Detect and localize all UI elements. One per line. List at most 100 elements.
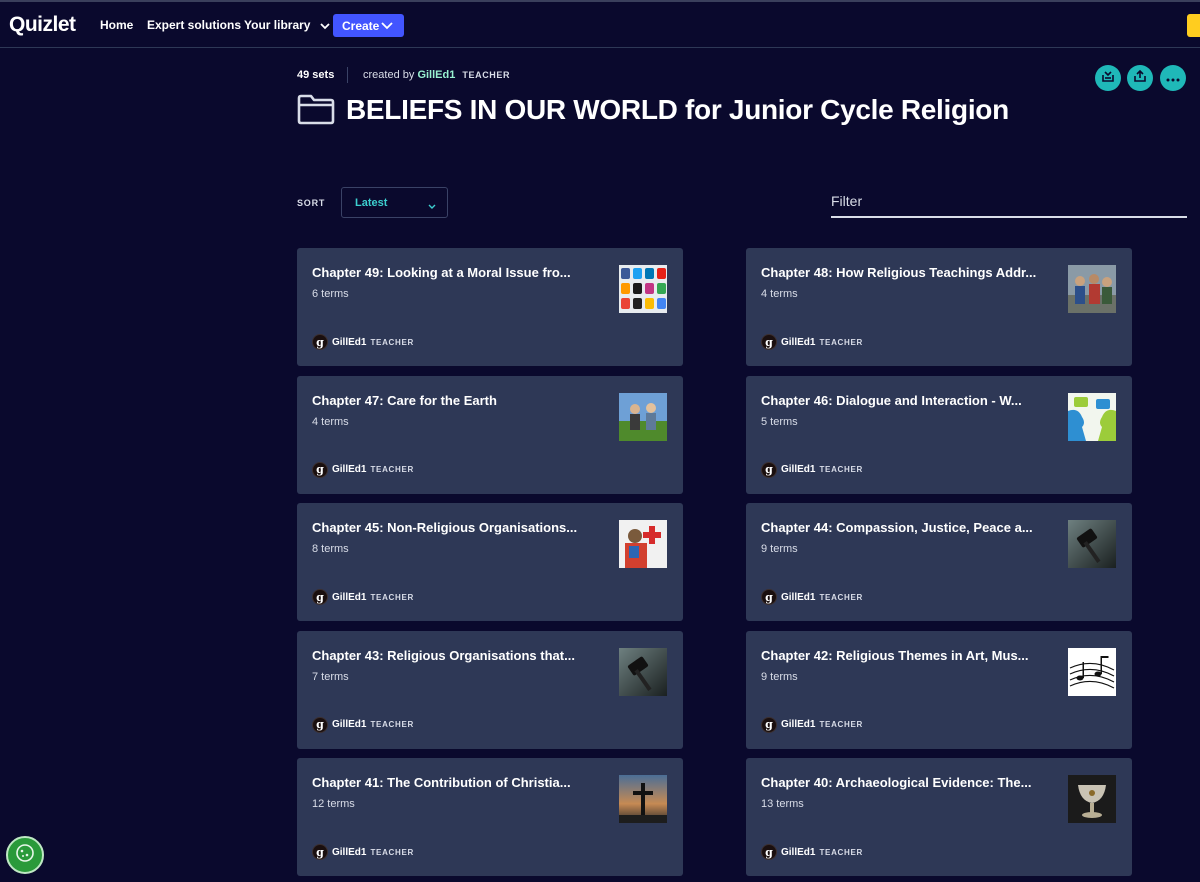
set-card-thumbnail xyxy=(619,265,667,313)
set-card-terms-count: 12 terms xyxy=(312,798,355,810)
set-card-thumbnail xyxy=(619,647,667,696)
meta-divider xyxy=(347,67,348,83)
avatar: g xyxy=(761,716,777,733)
creator-link[interactable]: GillEd1 xyxy=(417,69,455,81)
page-title: BELIEFS IN OUR WORLD for Junior Cycle Re… xyxy=(346,94,1009,125)
set-card-author[interactable]: g GillEd1 TEACHER xyxy=(761,334,863,350)
set-card-author[interactable]: g GillEd1 TEACHER xyxy=(312,334,414,350)
set-card[interactable]: Chapter 46: Dialogue and Interaction - W… xyxy=(746,375,1132,494)
author-name: GillEd1 xyxy=(781,591,816,603)
set-card-thumbnail xyxy=(1068,392,1116,441)
avatar: g xyxy=(312,334,328,350)
share-icon xyxy=(1133,69,1147,88)
set-card-title[interactable]: Chapter 49: Looking at a Moral Issue fro… xyxy=(312,265,571,280)
avatar: g xyxy=(761,589,777,605)
set-card-thumbnail xyxy=(619,520,667,568)
more-options-button[interactable] xyxy=(1160,65,1186,91)
author-name: GillEd1 xyxy=(332,464,367,475)
filter-input[interactable] xyxy=(831,186,1187,218)
set-card-thumbnail xyxy=(1068,775,1116,823)
set-card-title[interactable]: Chapter 40: Archaeological Evidence: The… xyxy=(761,775,1031,790)
set-card-terms-count: 7 terms xyxy=(312,670,349,683)
top-navigation: Quizlet Home Expert solutions Your libra… xyxy=(0,0,1200,48)
creator-role-badge: TEACHER xyxy=(462,70,511,80)
avatar: g xyxy=(761,844,777,860)
set-card-title[interactable]: Chapter 43: Religious Organisations that… xyxy=(312,648,575,663)
set-card-terms-count: 13 terms xyxy=(761,798,804,810)
set-card[interactable]: Chapter 41: The Contribution of Christia… xyxy=(297,758,683,876)
author-role-badge: TEACHER xyxy=(819,465,864,474)
avatar: g xyxy=(312,461,328,478)
set-card-author[interactable]: g GillEd1 TEACHER xyxy=(761,461,864,478)
chevron-down-icon xyxy=(428,197,436,215)
set-card-title[interactable]: Chapter 42: Religious Themes in Art, Mus… xyxy=(761,648,1029,663)
sort-dropdown[interactable]: Latest xyxy=(341,187,448,218)
set-card[interactable]: Chapter 42: Religious Themes in Art, Mus… xyxy=(746,630,1132,749)
author-name: GillEd1 xyxy=(781,464,816,475)
set-card-terms-count: 5 terms xyxy=(761,415,798,428)
nav-expert-solutions-link[interactable]: Expert solutions xyxy=(147,18,241,32)
author-name: GillEd1 xyxy=(781,846,816,858)
set-card-thumbnail xyxy=(619,392,667,441)
sort-selected-value: Latest xyxy=(355,197,388,209)
avatar: g xyxy=(761,334,777,350)
set-card-title[interactable]: Chapter 47: Care for the Earth xyxy=(312,393,497,408)
set-card[interactable]: Chapter 43: Religious Organisations that… xyxy=(297,630,683,749)
set-card-title[interactable]: Chapter 44: Compassion, Justice, Peace a… xyxy=(761,520,1033,535)
author-role-badge: TEACHER xyxy=(819,847,864,857)
author-role-badge: TEACHER xyxy=(819,337,864,347)
save-folder-button[interactable] xyxy=(1095,65,1121,91)
create-button[interactable]: Create xyxy=(333,14,404,37)
set-card-thumbnail xyxy=(1068,647,1116,696)
set-card-author[interactable]: g GillEd1 TEACHER xyxy=(761,589,863,605)
set-card-title[interactable]: Chapter 41: The Contribution of Christia… xyxy=(312,775,571,790)
cookie-icon xyxy=(15,843,35,868)
save-icon xyxy=(1101,69,1115,88)
avatar: g xyxy=(312,716,328,733)
set-card-terms-count: 4 terms xyxy=(312,415,349,428)
set-card-title[interactable]: Chapter 48: How Religious Teachings Addr… xyxy=(761,265,1036,280)
set-card-title[interactable]: Chapter 45: Non-Religious Organisations.… xyxy=(312,520,577,535)
author-role-badge: TEACHER xyxy=(370,465,415,474)
folder-icon xyxy=(297,94,335,130)
avatar: g xyxy=(312,844,328,860)
set-card-terms-count: 8 terms xyxy=(312,543,349,555)
set-card-author[interactable]: g GillEd1 TEACHER xyxy=(312,589,414,605)
cookie-settings-button[interactable] xyxy=(6,836,44,874)
quizlet-logo[interactable]: Quizlet xyxy=(9,13,76,37)
sort-label: SORT xyxy=(297,198,326,208)
set-card-author[interactable]: g GillEd1 TEACHER xyxy=(761,844,863,860)
set-card-author[interactable]: g GillEd1 TEACHER xyxy=(312,461,415,478)
author-name: GillEd1 xyxy=(332,719,367,730)
author-name: GillEd1 xyxy=(781,336,816,348)
author-role-badge: TEACHER xyxy=(819,592,864,602)
nav-your-library-dropdown[interactable]: Your library xyxy=(244,18,330,33)
set-card-author[interactable]: g GillEd1 TEACHER xyxy=(312,844,414,860)
set-card[interactable]: Chapter 47: Care for the Earth 4 terms g Gi… xyxy=(297,375,683,494)
more-icon xyxy=(1166,69,1180,87)
created-by-line: created by GillEd1 TEACHER xyxy=(363,69,510,81)
set-card[interactable]: Chapter 45: Non-Religious Organisations.… xyxy=(297,503,683,621)
author-name: GillEd1 xyxy=(332,846,367,858)
set-card[interactable]: Chapter 44: Compassion, Justice, Peace a… xyxy=(746,503,1132,621)
set-card[interactable]: Chapter 49: Looking at a Moral Issue fro… xyxy=(297,248,683,366)
sets-count: 49 sets xyxy=(297,69,335,81)
nav-your-library-label: Your library xyxy=(244,18,311,32)
created-by-label: created by xyxy=(363,69,415,81)
upgrade-button[interactable] xyxy=(1187,14,1200,37)
author-role-badge: TEACHER xyxy=(370,337,415,347)
chevron-down-icon xyxy=(381,19,393,33)
set-card-terms-count: 4 terms xyxy=(761,288,798,300)
set-card-author[interactable]: g GillEd1 TEACHER xyxy=(761,716,864,733)
set-card-terms-count: 6 terms xyxy=(312,288,349,300)
set-card-author[interactable]: g GillEd1 TEACHER xyxy=(312,716,414,733)
set-card[interactable]: Chapter 48: How Religious Teachings Addr… xyxy=(746,248,1132,366)
author-name: GillEd1 xyxy=(781,719,816,730)
set-card[interactable]: Chapter 40: Archaeological Evidence: The… xyxy=(746,758,1132,876)
author-role-badge: TEACHER xyxy=(819,720,864,729)
share-button[interactable] xyxy=(1127,65,1153,91)
nav-home-link[interactable]: Home xyxy=(100,18,133,32)
set-card-title[interactable]: Chapter 46: Dialogue and Interaction - W… xyxy=(761,393,1022,408)
set-card-thumbnail xyxy=(1068,520,1116,568)
set-card-terms-count: 9 terms xyxy=(761,543,798,555)
